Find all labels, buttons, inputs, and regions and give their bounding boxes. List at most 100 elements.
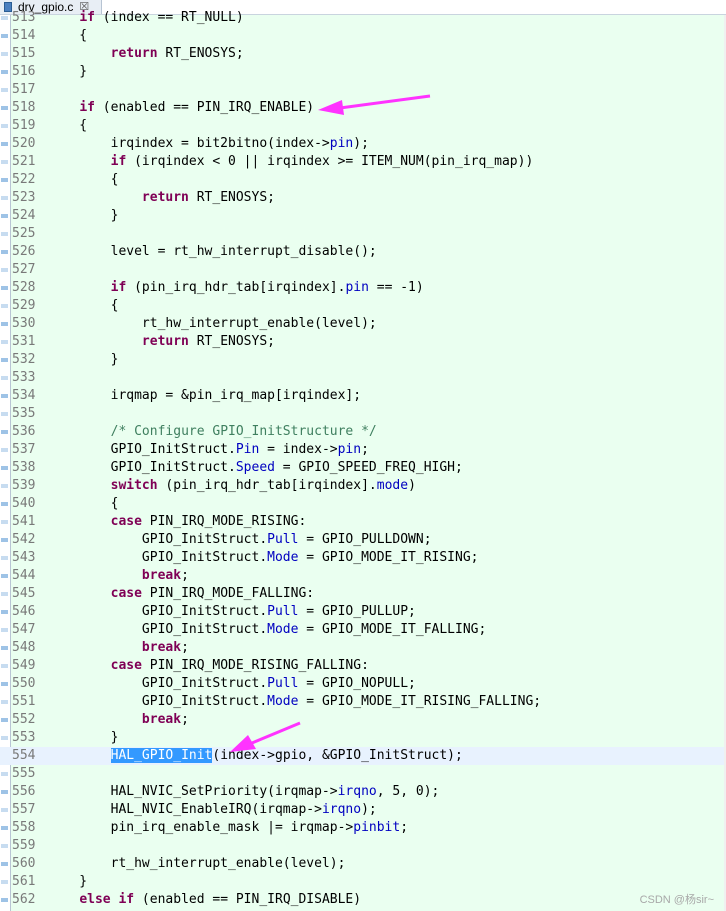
code-line[interactable]: 517 <box>0 81 726 99</box>
code-line[interactable]: 551 GPIO_InitStruct.Mode = GPIO_MODE_IT_… <box>0 693 726 711</box>
code-text: return RT_ENOSYS; <box>48 189 275 207</box>
code-line[interactable]: 529 { <box>0 297 726 315</box>
code-token: { <box>48 298 119 313</box>
code-token: ) <box>408 478 416 493</box>
code-line[interactable]: 537 GPIO_InitStruct.Pin = index->pin; <box>0 441 726 459</box>
code-editor[interactable]: 513 if (index == RT_NULL) 514 {515 return… <box>0 10 726 911</box>
code-line[interactable]: 528 if (pin_irq_hdr_tab[irqindex].pin ==… <box>0 279 726 297</box>
code-token: case <box>110 514 142 529</box>
code-token: case <box>110 586 142 601</box>
code-line[interactable]: 538 GPIO_InitStruct.Speed = GPIO_SPEED_F… <box>0 459 726 477</box>
code-line[interactable]: 516 } <box>0 63 726 81</box>
code-token: RT_ENOSYS; <box>188 190 275 205</box>
code-line[interactable]: 531 return RT_ENOSYS; <box>0 333 726 351</box>
code-token: RT_ENOSYS; <box>157 46 244 61</box>
code-line[interactable]: 559 <box>0 837 726 855</box>
code-token: HAL_NVIC_SetPriority(irqmap-> <box>48 784 338 799</box>
code-line[interactable]: 521 if (irqindex < 0 || irqindex >= ITEM… <box>0 153 726 171</box>
code-line[interactable]: 550 GPIO_InitStruct.Pull = GPIO_NOPULL; <box>0 675 726 693</box>
line-number: 547 <box>12 622 36 637</box>
code-line[interactable]: 541 case PIN_IRQ_MODE_RISING: <box>0 513 726 531</box>
line-number: 546 <box>12 604 36 619</box>
code-text: return RT_ENOSYS; <box>48 333 275 351</box>
code-line[interactable]: 556 HAL_NVIC_SetPriority(irqmap->irqno, … <box>0 783 726 801</box>
code-line[interactable]: 514 { <box>0 27 726 45</box>
code-line[interactable]: 554 HAL_GPIO_Init(index->gpio, &GPIO_Ini… <box>0 747 726 765</box>
code-token: Pull <box>267 532 299 547</box>
code-line[interactable]: 544 break; <box>0 567 726 585</box>
code-line[interactable]: 545 case PIN_IRQ_MODE_FALLING: <box>0 585 726 603</box>
code-token: ); <box>361 802 377 817</box>
line-number: 529 <box>12 298 36 313</box>
code-token: level = rt_hw_interrupt_disable(); <box>48 244 377 259</box>
code-text: pin_irq_enable_mask |= irqmap->pinbit; <box>48 819 408 837</box>
code-token: = index-> <box>259 442 338 457</box>
line-number: 514 <box>12 28 36 43</box>
code-line[interactable]: 548 break; <box>0 639 726 657</box>
code-text: HAL_GPIO_Init(index->gpio, &GPIO_InitStr… <box>48 747 463 765</box>
code-line[interactable]: 547 GPIO_InitStruct.Mode = GPIO_MODE_IT_… <box>0 621 726 639</box>
line-number: 553 <box>12 730 36 745</box>
code-token: } <box>48 64 88 79</box>
code-line[interactable]: 553 } <box>0 729 726 747</box>
code-text: if (index == RT_NULL) <box>48 9 243 27</box>
code-token: { <box>48 28 88 43</box>
code-line[interactable]: 561 } <box>0 873 726 891</box>
code-token: = GPIO_MODE_IT_RISING_FALLING; <box>298 694 542 709</box>
code-line[interactable]: 540 { <box>0 495 726 513</box>
code-line[interactable]: 519 { <box>0 117 726 135</box>
code-token: (index->gpio, &GPIO_InitStruct); <box>212 748 463 763</box>
code-line[interactable]: 558 pin_irq_enable_mask |= irqmap->pinbi… <box>0 819 726 837</box>
code-line[interactable]: 523 return RT_ENOSYS; <box>0 189 726 207</box>
code-token: ); <box>353 136 369 151</box>
code-text: } <box>48 63 87 81</box>
code-line[interactable]: 515 return RT_ENOSYS; <box>0 45 726 63</box>
code-line[interactable]: 549 case PIN_IRQ_MODE_RISING_FALLING: <box>0 657 726 675</box>
code-line[interactable]: 526 level = rt_hw_interrupt_disable(); <box>0 243 726 261</box>
code-line[interactable]: 536 /* Configure GPIO_InitStructure */ <box>0 423 726 441</box>
code-line[interactable]: 562 else if (enabled == PIN_IRQ_DISABLE) <box>0 891 726 909</box>
code-line[interactable]: 560 rt_hw_interrupt_enable(level); <box>0 855 726 873</box>
code-line[interactable]: 539 switch (pin_irq_hdr_tab[irqindex].mo… <box>0 477 726 495</box>
code-line[interactable]: 518 if (enabled == PIN_IRQ_ENABLE) <box>0 99 726 117</box>
line-number: 519 <box>12 118 36 133</box>
code-token: ; <box>361 442 369 457</box>
code-line[interactable]: 557 HAL_NVIC_EnableIRQ(irqmap->irqno); <box>0 801 726 819</box>
code-token: { <box>48 118 88 133</box>
code-line[interactable]: 522 { <box>0 171 726 189</box>
code-line[interactable]: 520 irqindex = bit2bitno(index->pin); <box>0 135 726 153</box>
code-text: switch (pin_irq_hdr_tab[irqindex].mode) <box>48 477 416 495</box>
code-text: GPIO_InitStruct.Pin = index->pin; <box>48 441 369 459</box>
code-line[interactable]: 535 <box>0 405 726 423</box>
line-number: 541 <box>12 514 36 529</box>
code-line[interactable]: 534 irqmap = &pin_irq_map[irqindex]; <box>0 387 726 405</box>
code-line[interactable]: 525 <box>0 225 726 243</box>
code-line[interactable]: 543 GPIO_InitStruct.Mode = GPIO_MODE_IT_… <box>0 549 726 567</box>
line-number: 558 <box>12 820 36 835</box>
line-number: 528 <box>12 280 36 295</box>
code-line[interactable]: 527 <box>0 261 726 279</box>
line-number: 562 <box>12 892 36 907</box>
code-token: GPIO_InitStruct. <box>48 532 268 547</box>
code-token: return <box>141 190 189 205</box>
code-line[interactable]: 542 GPIO_InitStruct.Pull = GPIO_PULLDOWN… <box>0 531 726 549</box>
code-line[interactable]: 546 GPIO_InitStruct.Pull = GPIO_PULLUP; <box>0 603 726 621</box>
code-line[interactable]: 530 rt_hw_interrupt_enable(level); <box>0 315 726 333</box>
code-line[interactable]: 533 <box>0 369 726 387</box>
code-line[interactable]: 524 } <box>0 207 726 225</box>
line-number: 527 <box>12 262 36 277</box>
code-line[interactable]: 555 <box>0 765 726 783</box>
code-line[interactable]: 552 break; <box>0 711 726 729</box>
code-token: break <box>141 712 182 727</box>
code-line[interactable]: 513 if (index == RT_NULL) <box>0 9 726 27</box>
code-token: Speed <box>235 460 275 475</box>
code-text: else if (enabled == PIN_IRQ_DISABLE) <box>48 891 361 909</box>
code-line[interactable]: 532 } <box>0 351 726 369</box>
